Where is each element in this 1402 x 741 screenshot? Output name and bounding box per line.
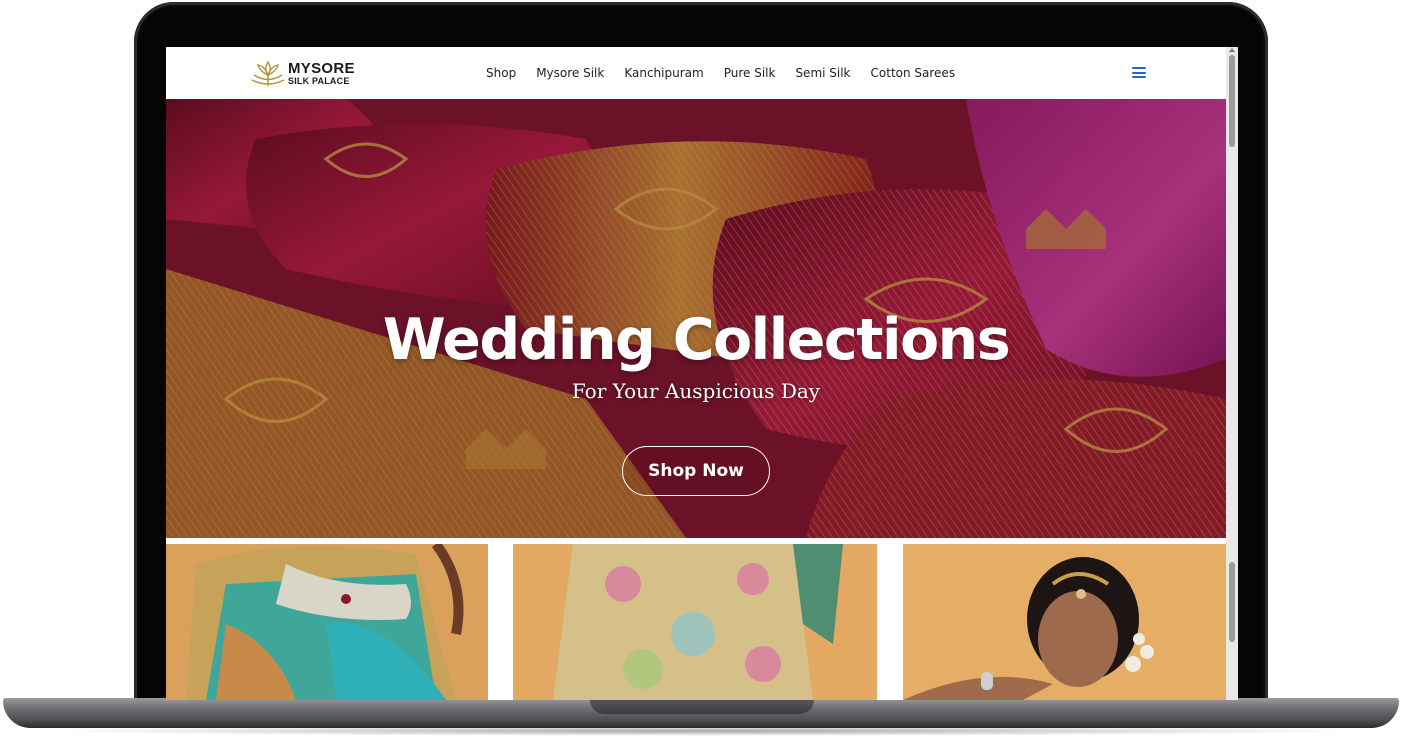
brand-logo[interactable]: MYSORE SILK PALACE xyxy=(250,57,355,89)
nav-item-shop[interactable]: Shop xyxy=(486,66,516,80)
scroll-thumb[interactable] xyxy=(1229,55,1235,147)
product-card-1[interactable] xyxy=(166,544,488,700)
main-nav: Shop Mysore Silk Kanchipuram Pure Silk S… xyxy=(486,47,975,99)
bride-portrait-image xyxy=(903,544,1226,700)
nav-item-mysore-silk[interactable]: Mysore Silk xyxy=(536,66,604,80)
nav-item-cotton-sarees[interactable]: Cotton Sarees xyxy=(871,66,956,80)
hero-subtitle: For Your Auspicious Day xyxy=(571,379,821,403)
scroll-thumb-secondary[interactable] xyxy=(1229,562,1235,642)
browser-viewport: MYSORE SILK PALACE Shop Mysore Silk Kanc… xyxy=(166,47,1226,700)
teal-saree-image xyxy=(166,544,488,700)
lotus-logo-icon xyxy=(251,60,285,86)
page-scrollbar[interactable] xyxy=(1226,47,1238,700)
product-card-2[interactable] xyxy=(513,544,877,700)
laptop-notch xyxy=(590,698,814,714)
nav-item-semi-silk[interactable]: Semi Silk xyxy=(795,66,850,80)
hamburger-menu-icon[interactable] xyxy=(1132,67,1146,78)
nav-item-pure-silk[interactable]: Pure Silk xyxy=(724,66,776,80)
site-header: MYSORE SILK PALACE Shop Mysore Silk Kanc… xyxy=(166,47,1226,99)
laptop-shadow xyxy=(40,726,1362,736)
nav-item-kanchipuram[interactable]: Kanchipuram xyxy=(624,66,703,80)
hero-title: Wedding Collections xyxy=(382,307,1011,373)
shop-now-button[interactable]: Shop Now xyxy=(622,446,770,496)
brand-name: MYSORE xyxy=(288,59,355,77)
product-card-3[interactable] xyxy=(903,544,1226,700)
hero-banner: Wedding Collections For Your Auspicious … xyxy=(166,99,1226,538)
product-strip xyxy=(166,544,1226,700)
floral-saree-image xyxy=(513,544,877,700)
scroll-up-arrow-icon[interactable] xyxy=(1229,48,1235,52)
brand-tagline: SILK PALACE xyxy=(288,75,350,86)
